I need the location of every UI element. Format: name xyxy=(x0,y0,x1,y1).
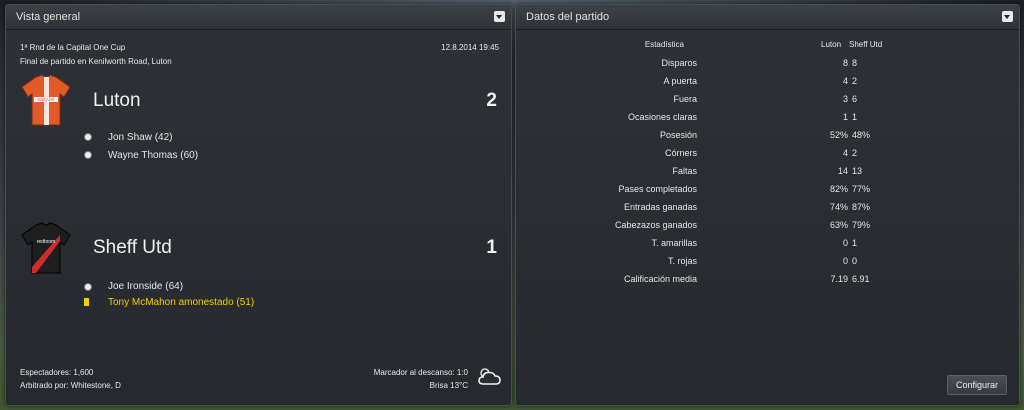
configure-button[interactable]: Configurar xyxy=(947,375,1007,395)
stat-home-value: 3 xyxy=(842,94,848,104)
stat-away-value: 1 xyxy=(852,112,858,122)
stats-panel: Datos del partido Estadística Luton Shef… xyxy=(515,4,1020,406)
stat-row: Pases completados 82% 77% xyxy=(516,180,1019,198)
away-score: 1 xyxy=(486,237,497,258)
stat-label: Faltas xyxy=(672,166,697,176)
stats-collapse-icon[interactable] xyxy=(1002,11,1013,22)
halftime-label: Marcador al descanso: 1:0 xyxy=(373,368,468,377)
home-event-1[interactable]: Jon Shaw (42) xyxy=(108,132,172,143)
stat-away-value: 8 xyxy=(852,58,858,68)
stat-label: Disparos xyxy=(661,58,697,68)
svg-text:redtoom: redtoom xyxy=(37,239,55,245)
stats-header-away: Sheff Utd xyxy=(849,40,883,49)
competition-label: 1ª Rnd de la Capital One Cup xyxy=(20,43,126,52)
stat-away-value: 6.91 xyxy=(852,274,870,284)
stat-label: T. amarillas xyxy=(651,238,697,248)
stat-home-value: 14 xyxy=(837,166,848,176)
stat-label: Pases completados xyxy=(618,184,697,194)
stat-row: Faltas 14 13 xyxy=(516,162,1019,180)
home-team-name[interactable]: Luton xyxy=(93,90,141,112)
overview-title: Vista general xyxy=(16,11,81,23)
stat-away-value: 48% xyxy=(852,130,871,140)
stat-away-value: 2 xyxy=(852,76,858,86)
stat-label: Fuera xyxy=(673,94,697,104)
stat-home-value: 4 xyxy=(842,148,848,158)
overview-panel: Vista general 1ª Rnd de la Capital One C… xyxy=(5,4,512,406)
stat-home-value: 0 xyxy=(842,256,848,266)
stats-header-row: Estadística Luton Sheff Utd xyxy=(516,36,1019,54)
stat-label: Cabezazos ganados xyxy=(614,220,697,230)
goal-ball-icon xyxy=(84,133,92,141)
away-event-2[interactable]: Tony McMahon amonestado (51) xyxy=(108,297,254,308)
stat-label: T. rojas xyxy=(667,256,697,266)
stat-row: Posesión 52% 48% xyxy=(516,126,1019,144)
stat-row: Cabezazos ganados 63% 79% xyxy=(516,216,1019,234)
stat-home-value: 1 xyxy=(842,112,848,122)
away-event-1[interactable]: Joe Ironside (64) xyxy=(108,281,183,292)
attendance-label: Espectadores: 1,600 xyxy=(20,368,94,377)
stat-row: A puerta 4 2 xyxy=(516,72,1019,90)
stat-home-value: 0 xyxy=(842,238,848,248)
home-shirt-icon: easyJet xyxy=(20,73,72,129)
stats-header-label: Estadística xyxy=(644,40,684,49)
home-score: 2 xyxy=(486,90,497,111)
stat-row: Córners 4 2 xyxy=(516,144,1019,162)
cloud-icon xyxy=(477,365,503,387)
goal-ball-icon xyxy=(84,151,92,159)
stat-away-value: 79% xyxy=(852,220,871,230)
goal-ball-icon xyxy=(84,283,92,291)
stat-row: T. rojas 0 0 xyxy=(516,252,1019,270)
stat-away-value: 13 xyxy=(852,166,863,176)
stat-home-value: 63% xyxy=(829,220,848,230)
stats-title: Datos del partido xyxy=(526,11,610,23)
stat-away-value: 6 xyxy=(852,94,858,104)
stat-home-value: 4 xyxy=(842,76,848,86)
stat-away-value: 0 xyxy=(852,256,858,266)
stat-row: Ocasiones claras 1 1 xyxy=(516,108,1019,126)
svg-text:easyJet: easyJet xyxy=(37,97,55,103)
stat-label: Posesión xyxy=(659,130,697,140)
stat-label: Córners xyxy=(664,148,697,158)
overview-panel-header: Vista general xyxy=(6,5,511,30)
stats-panel-header: Datos del partido xyxy=(516,5,1019,30)
stat-label: Ocasiones claras xyxy=(627,112,697,122)
away-shirt-icon: redtoom xyxy=(20,221,72,277)
stat-label: A puerta xyxy=(663,76,697,86)
stat-away-value: 1 xyxy=(852,238,858,248)
match-datetime: 12.8.2014 19:45 xyxy=(441,43,499,52)
stat-home-value: 7.19 xyxy=(830,274,848,284)
weather-label: Brisa 13°C xyxy=(429,381,468,390)
stat-label: Calificación media xyxy=(623,274,697,284)
referee-label[interactable]: Arbitrado por: Whitestone, D xyxy=(20,381,121,390)
stat-home-value: 52% xyxy=(829,130,848,140)
stat-row: T. amarillas 0 1 xyxy=(516,234,1019,252)
stat-row: Disparos 8 8 xyxy=(516,54,1019,72)
stat-away-value: 87% xyxy=(852,202,871,212)
stat-row: Fuera 3 6 xyxy=(516,90,1019,108)
away-team-name[interactable]: Sheff Utd xyxy=(93,237,172,259)
yellow-card-icon xyxy=(84,298,89,306)
stats-header-home: Luton xyxy=(821,40,842,49)
overview-collapse-icon[interactable] xyxy=(494,11,505,22)
stat-home-value: 82% xyxy=(829,184,848,194)
stat-away-value: 2 xyxy=(852,148,858,158)
stat-away-value: 77% xyxy=(852,184,871,194)
stat-home-value: 8 xyxy=(842,58,848,68)
stat-row: Entradas ganadas 74% 87% xyxy=(516,198,1019,216)
venue-label: Final de partido en Kenilworth Road, Lut… xyxy=(20,57,172,66)
stat-home-value: 74% xyxy=(829,202,848,212)
stat-row: Calificación media 7.19 6.91 xyxy=(516,270,1019,288)
stat-label: Entradas ganadas xyxy=(623,202,697,212)
home-event-2[interactable]: Wayne Thomas (60) xyxy=(108,150,198,161)
